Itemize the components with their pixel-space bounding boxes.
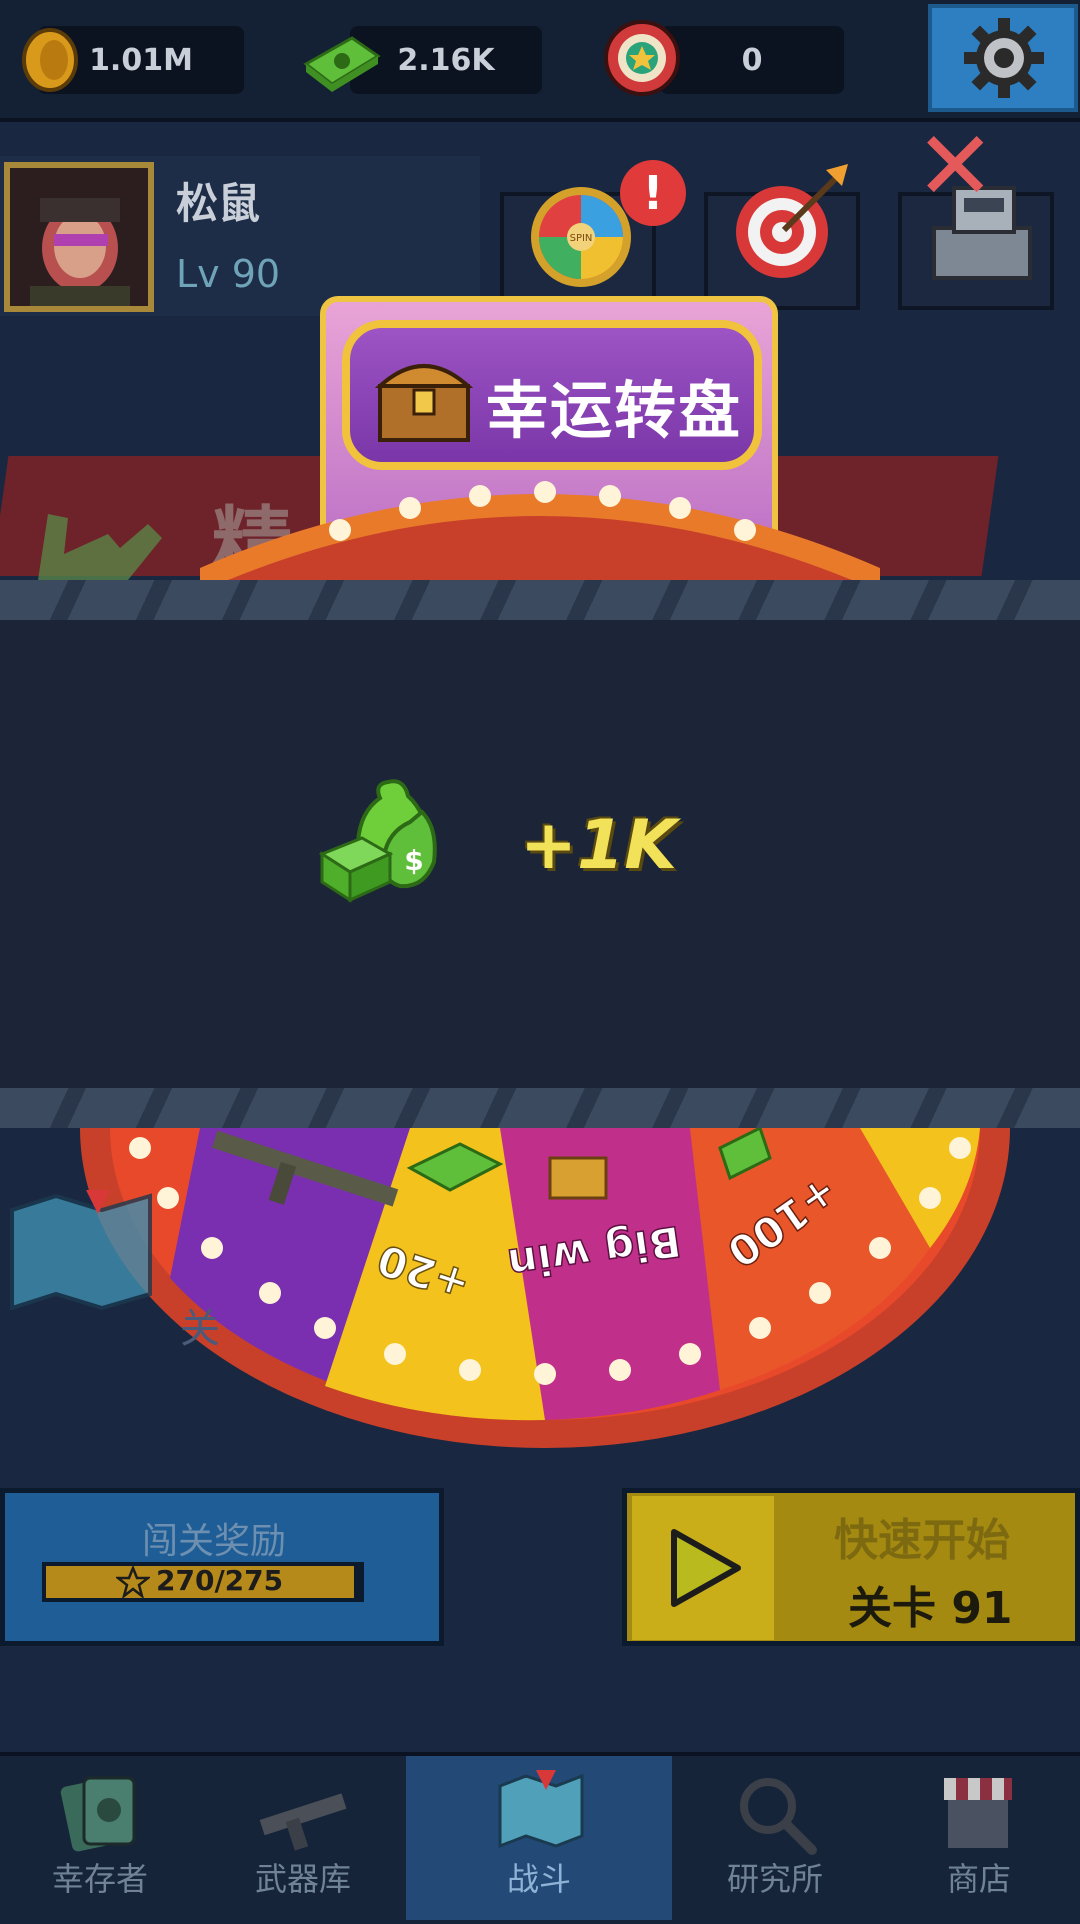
level-banner-text: 关: [180, 1306, 220, 1352]
nav-armory[interactable]: 武器库: [204, 1756, 402, 1920]
token-counter: 0: [604, 20, 844, 96]
nav-label: 研究所: [726, 1860, 823, 1898]
nav-label: 战斗: [506, 1860, 571, 1898]
spin-label: SPIN: [570, 233, 593, 244]
avatar-portrait-icon: [10, 168, 148, 306]
cash-counter: 2.16K: [303, 26, 542, 94]
coin-icon: [22, 28, 78, 92]
modal-top-stripe: [0, 580, 1080, 620]
nav-label: 幸存者: [51, 1860, 148, 1898]
coin-counter: 1.01M: [22, 26, 244, 94]
gear-icon: [964, 18, 1044, 98]
target-shortcut[interactable]: [704, 164, 860, 310]
modal-bottom-stripe: [0, 1088, 1080, 1128]
nav-label: 商店: [946, 1860, 1011, 1898]
target-dart-icon: [736, 164, 848, 278]
treasure-chest-icon: [374, 364, 474, 442]
lucky-wheel[interactable]: +20 Big win +100: [80, 1128, 1010, 1448]
token-chip-icon: [604, 20, 680, 96]
quick-start-level: 关卡 91: [848, 1583, 1013, 1634]
map-icon: [10, 1190, 152, 1310]
play-icon: [671, 1529, 741, 1607]
player-level: Lv 90: [176, 252, 281, 296]
nav-label: 武器库: [254, 1860, 351, 1898]
shop-stall-icon: [944, 1778, 1012, 1848]
quick-start-title: 快速开始: [834, 1515, 1010, 1566]
nav-shop[interactable]: 商店: [878, 1756, 1080, 1920]
alert-badge-icon: !: [620, 160, 686, 226]
money-bags-icon: $: [318, 779, 437, 903]
avatar[interactable]: [4, 162, 154, 312]
nav-battle[interactable]: 战斗: [406, 1756, 672, 1920]
reward-amount: +1K: [520, 806, 677, 885]
lucky-wheel-title: 幸运转盘: [486, 374, 743, 447]
chest-icon: [548, 1156, 608, 1200]
battle-map-icon: [498, 1770, 584, 1849]
token-value: 0: [741, 42, 763, 78]
svg-text:$: $: [404, 844, 423, 877]
cash-icon: [303, 36, 381, 92]
play-icon-box: [632, 1496, 774, 1640]
settings-button[interactable]: [928, 4, 1078, 112]
close-icon[interactable]: ✕: [915, 118, 995, 214]
magnifier-icon: [740, 1778, 817, 1855]
star-icon: [116, 1566, 150, 1598]
nav-survivors[interactable]: 幸存者: [0, 1756, 200, 1920]
nav-research[interactable]: 研究所: [676, 1756, 874, 1920]
player-name: 松鼠: [176, 179, 261, 228]
stage-reward-label: 闯关奖励: [142, 1521, 287, 1562]
rifle-icon: [259, 1793, 347, 1851]
wheel-rim-top: [200, 481, 880, 580]
stage-reward-progress-text: 270/275: [156, 1564, 284, 1597]
hand-sign-icon: [38, 514, 162, 580]
survivor-cards-icon: [60, 1776, 136, 1852]
